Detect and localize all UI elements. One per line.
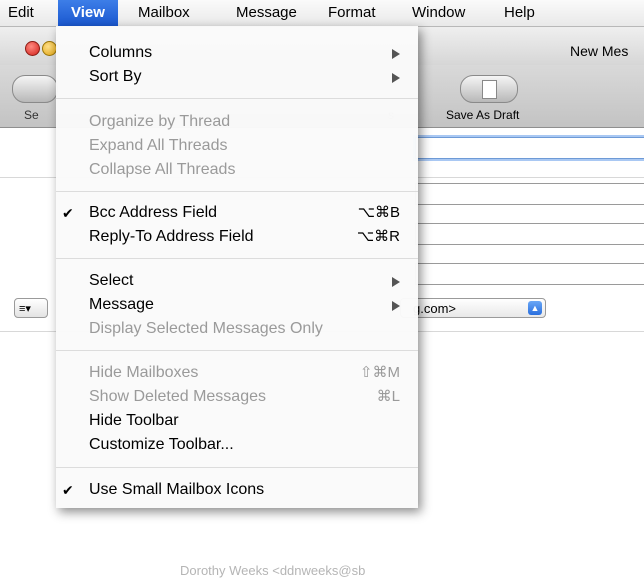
menu-item-customize-toolbar[interactable]: Customize Toolbar... <box>56 433 418 457</box>
submenu-arrow-icon <box>392 73 400 83</box>
menu-edit[interactable]: Edit <box>0 0 42 26</box>
menu-window[interactable]: Window <box>404 0 473 26</box>
from-account-select[interactable]: g.com> ▲ <box>400 298 546 318</box>
menu-help[interactable]: Help <box>496 0 543 26</box>
close-window-icon[interactable] <box>25 41 40 56</box>
cc-field[interactable] <box>415 183 644 205</box>
menu-item-label: Expand All Threads <box>89 137 228 154</box>
menu-item-label: Hide Toolbar <box>89 412 179 429</box>
menu-item-shortcut: ⌘L <box>376 388 400 405</box>
menu-item-label: Use Small Mailbox Icons <box>89 481 265 498</box>
menu-bar: Edit View Mailbox Message Format Window … <box>0 0 644 27</box>
menu-item-label: Display Selected Messages Only <box>89 320 323 337</box>
menu-format[interactable]: Format <box>320 0 384 26</box>
menu-item-shortcut: ⌥⌘R <box>356 228 400 245</box>
menu-item-shortcut: ⌥⌘B <box>357 204 400 221</box>
menu-item-label: Organize by Thread <box>89 113 231 130</box>
menu-item-expand-all-threads: Expand All Threads <box>56 134 418 158</box>
menu-item-show-deleted-messages: Show Deleted Messages ⌘L <box>56 385 418 409</box>
menu-item-label: Customize Toolbar... <box>89 436 234 453</box>
send-icon[interactable] <box>12 75 58 103</box>
menu-item-select[interactable]: Select <box>56 269 418 293</box>
from-account-value: g.com> <box>413 301 456 316</box>
submenu-arrow-icon <box>392 301 400 311</box>
menu-view[interactable]: View <box>58 0 118 26</box>
menu-separator <box>56 98 418 99</box>
menu-separator <box>56 467 418 468</box>
reply-to-field[interactable] <box>415 263 644 285</box>
menu-item-organize-by-thread: Organize by Thread <box>56 110 418 134</box>
menu-message[interactable]: Message <box>228 0 305 26</box>
menu-item-label: Message <box>89 296 154 313</box>
minimize-window-icon[interactable] <box>42 41 57 56</box>
bcc-field[interactable] <box>415 223 644 245</box>
menu-item-label: Sort By <box>89 68 142 85</box>
submenu-arrow-icon <box>392 277 400 287</box>
menu-item-display-selected-messages-only: Display Selected Messages Only <box>56 317 418 341</box>
menu-item-label: Bcc Address Field <box>89 204 218 221</box>
menu-item-hide-mailboxes: Hide Mailboxes ⇧⌘M <box>56 361 418 385</box>
menu-item-label: Show Deleted Messages <box>89 388 266 405</box>
menu-item-label: Columns <box>89 44 153 61</box>
checkmark-icon: ✔ <box>62 205 74 221</box>
menu-mailbox[interactable]: Mailbox <box>130 0 198 26</box>
menu-item-hide-toolbar[interactable]: Hide Toolbar <box>56 409 418 433</box>
menu-item-shortcut: ⇧⌘M <box>359 364 400 381</box>
submenu-arrow-icon <box>392 49 400 59</box>
menu-item-collapse-all-threads: Collapse All Threads <box>56 158 418 182</box>
window-title: New Mes <box>570 43 629 59</box>
draft-document-icon <box>482 80 497 99</box>
menu-separator <box>56 258 418 259</box>
menu-item-label: Hide Mailboxes <box>89 364 199 381</box>
checkmark-icon: ✔ <box>62 482 74 498</box>
menu-separator <box>56 191 418 192</box>
menu-separator <box>56 350 418 351</box>
menu-item-sort-by[interactable]: Sort By <box>56 65 418 89</box>
menu-item-label: Select <box>89 272 134 289</box>
save-as-draft-button[interactable]: Save As Draft <box>446 108 519 122</box>
menu-item-columns[interactable]: Columns <box>56 41 418 65</box>
format-popup-button[interactable]: ≡▾ <box>14 298 48 318</box>
menu-item-reply-to-address-field[interactable]: Reply-To Address Field ⌥⌘R <box>56 225 418 249</box>
updown-arrows-icon: ▲ <box>528 301 542 315</box>
to-field[interactable] <box>415 137 644 159</box>
menu-item-label: Reply-To Address Field <box>89 228 254 245</box>
menu-item-label: Collapse All Threads <box>89 161 236 178</box>
menu-item-use-small-mailbox-icons[interactable]: ✔ Use Small Mailbox Icons <box>56 478 418 502</box>
send-button-label[interactable]: Se <box>24 108 39 122</box>
menu-item-message[interactable]: Message <box>56 293 418 317</box>
view-menu-dropdown: Columns Sort By Organize by Thread Expan… <box>56 26 418 508</box>
from-ghost-text: Dorothy Weeks <ddnweeks@sb <box>180 563 366 578</box>
save-as-draft-icon[interactable] <box>460 75 518 103</box>
menu-item-bcc-address-field[interactable]: ✔ Bcc Address Field ⌥⌘B <box>56 201 418 225</box>
